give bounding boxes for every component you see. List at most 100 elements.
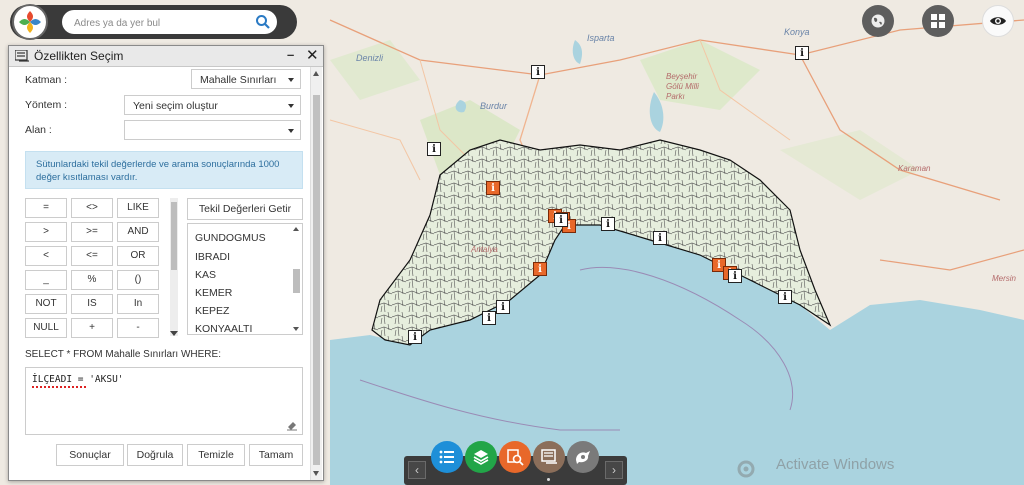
panel-titlebar[interactable]: Özellikten Seçim – ✕ (9, 46, 323, 67)
layers-tool[interactable] (465, 441, 497, 473)
layers-icon (473, 450, 489, 465)
list-item[interactable]: KEMER (195, 287, 232, 299)
layer-label: Katman : (25, 74, 68, 86)
method-select[interactable]: Yeni seçim oluştur (124, 95, 301, 115)
search-box (62, 10, 277, 34)
search-button[interactable] (254, 13, 272, 31)
method-select-value: Yeni seçim oluştur (133, 100, 218, 112)
place-label-beysehir: Beyşehir Gölü Milli Parkı (666, 72, 699, 101)
search-icon (256, 15, 270, 29)
validate-button[interactable]: Doğrula (127, 444, 183, 466)
place-label-denizli: Denizli (356, 53, 384, 63)
scroll-up-icon[interactable] (293, 227, 299, 231)
search-bar (10, 4, 297, 40)
measure-icon (576, 451, 590, 464)
place-label-konya: Konya (784, 27, 810, 37)
operator-button[interactable]: <= (71, 246, 113, 266)
info-marker[interactable]: i (795, 46, 809, 60)
operator-button[interactable]: LIKE (117, 198, 159, 218)
list-item[interactable]: IBRADI (195, 251, 230, 263)
panel-body: Katman : Mahalle Sınırları Yöntem : Yeni… (9, 67, 311, 480)
chevron-down-icon (288, 104, 294, 108)
results-button[interactable]: Sonuçlar (56, 444, 124, 466)
ok-button[interactable]: Tamam (249, 444, 303, 466)
app-logo[interactable] (12, 4, 48, 40)
operator-button[interactable]: OR (117, 246, 159, 266)
info-marker[interactable]: i (554, 213, 568, 227)
unique-values-scrollbar[interactable] (292, 225, 301, 333)
operator-button[interactable]: In (117, 294, 159, 314)
operator-button[interactable]: () (117, 270, 159, 290)
get-unique-values-button[interactable]: Tekil Değerleri Getir (187, 198, 303, 220)
close-button[interactable]: ✕ (306, 46, 319, 64)
operator-button[interactable]: AND (117, 222, 159, 242)
gear-icon (737, 460, 755, 478)
info-marker[interactable]: i (653, 231, 667, 245)
eraser-icon[interactable] (286, 419, 298, 431)
info-marker[interactable]: i (778, 290, 792, 304)
toolbar-prev-button[interactable]: ‹ (408, 461, 426, 479)
list-item[interactable]: KONYAALTI (195, 323, 252, 334)
operator-button[interactable]: + (71, 318, 113, 338)
scroll-down-icon[interactable] (313, 471, 319, 476)
query-tool[interactable] (499, 441, 531, 473)
layer-select[interactable]: Mahalle Sınırları (191, 69, 301, 89)
operator-button[interactable]: > (25, 222, 67, 242)
scroll-thumb[interactable] (293, 269, 300, 293)
info-marker[interactable]: i (601, 217, 615, 231)
operator-button[interactable]: _ (25, 270, 67, 290)
info-message: Sütunlardaki tekil değerlerde ve arama s… (25, 151, 303, 189)
sql-prefix-label: SELECT * FROM Mahalle Sınırları WHERE: (25, 349, 221, 360)
layer-list-tool[interactable] (431, 441, 463, 473)
info-marker[interactable]: i (482, 311, 496, 325)
info-marker-selected[interactable]: i (486, 181, 500, 195)
chevron-down-icon (288, 78, 294, 82)
list-item[interactable]: GUNDOGMUS (195, 232, 266, 244)
place-label-mersin: Mersin (992, 274, 1017, 283)
list-item[interactable]: KEPEZ (195, 305, 229, 317)
operator-button[interactable]: NULL (25, 318, 67, 338)
operator-button[interactable]: IS (71, 294, 113, 314)
info-marker-selected[interactable]: i (533, 262, 547, 276)
operator-button[interactable]: >= (71, 222, 113, 242)
scroll-down-icon[interactable] (170, 331, 178, 336)
basemap-button[interactable] (862, 5, 894, 37)
sql-expression-input[interactable]: İLÇEADI = 'AKSU' (25, 367, 303, 435)
measure-tool[interactable] (567, 441, 599, 473)
scroll-thumb[interactable] (313, 95, 320, 465)
page-indicator (547, 478, 550, 481)
info-marker[interactable]: i (496, 300, 510, 314)
info-marker[interactable]: i (427, 142, 441, 156)
field-select[interactable] (124, 120, 301, 140)
minimize-button[interactable]: – (287, 47, 294, 62)
spellcheck-underline (32, 386, 87, 388)
toolbar-next-button[interactable]: › (605, 461, 623, 479)
operator-button[interactable]: = (25, 198, 67, 218)
scroll-up-icon[interactable] (313, 71, 319, 76)
info-marker[interactable]: i (728, 269, 742, 283)
scroll-thumb[interactable] (171, 202, 177, 270)
info-marker[interactable]: i (408, 330, 422, 344)
unique-values-list[interactable]: GUNDOGMUS IBRADI KAS KEMER KEPEZ KONYAAL… (187, 223, 303, 335)
panel-scrollbar[interactable] (310, 67, 322, 480)
select-icon (541, 449, 557, 464)
select-by-attribute-tool[interactable] (533, 441, 565, 473)
operator-button[interactable]: <> (71, 198, 113, 218)
visibility-button[interactable] (982, 5, 1014, 37)
operator-button[interactable]: NOT (25, 294, 67, 314)
list-item[interactable]: KAS (195, 269, 216, 281)
scroll-down-icon[interactable] (293, 327, 299, 331)
operator-button[interactable]: - (117, 318, 159, 338)
grid-icon (931, 14, 945, 28)
chevron-down-icon (288, 129, 294, 133)
apps-button[interactable] (922, 5, 954, 37)
eye-icon (990, 17, 1006, 25)
search-input[interactable] (72, 14, 246, 32)
operator-grid-scrollbar[interactable] (170, 198, 178, 336)
method-label: Yöntem : (25, 99, 68, 111)
select-by-attribute-panel: Özellikten Seçim – ✕ Katman : Mahalle Sı… (8, 45, 324, 481)
operator-button[interactable]: % (71, 270, 113, 290)
info-marker[interactable]: i (531, 65, 545, 79)
operator-button[interactable]: < (25, 246, 67, 266)
clear-button[interactable]: Temizle (187, 444, 245, 466)
